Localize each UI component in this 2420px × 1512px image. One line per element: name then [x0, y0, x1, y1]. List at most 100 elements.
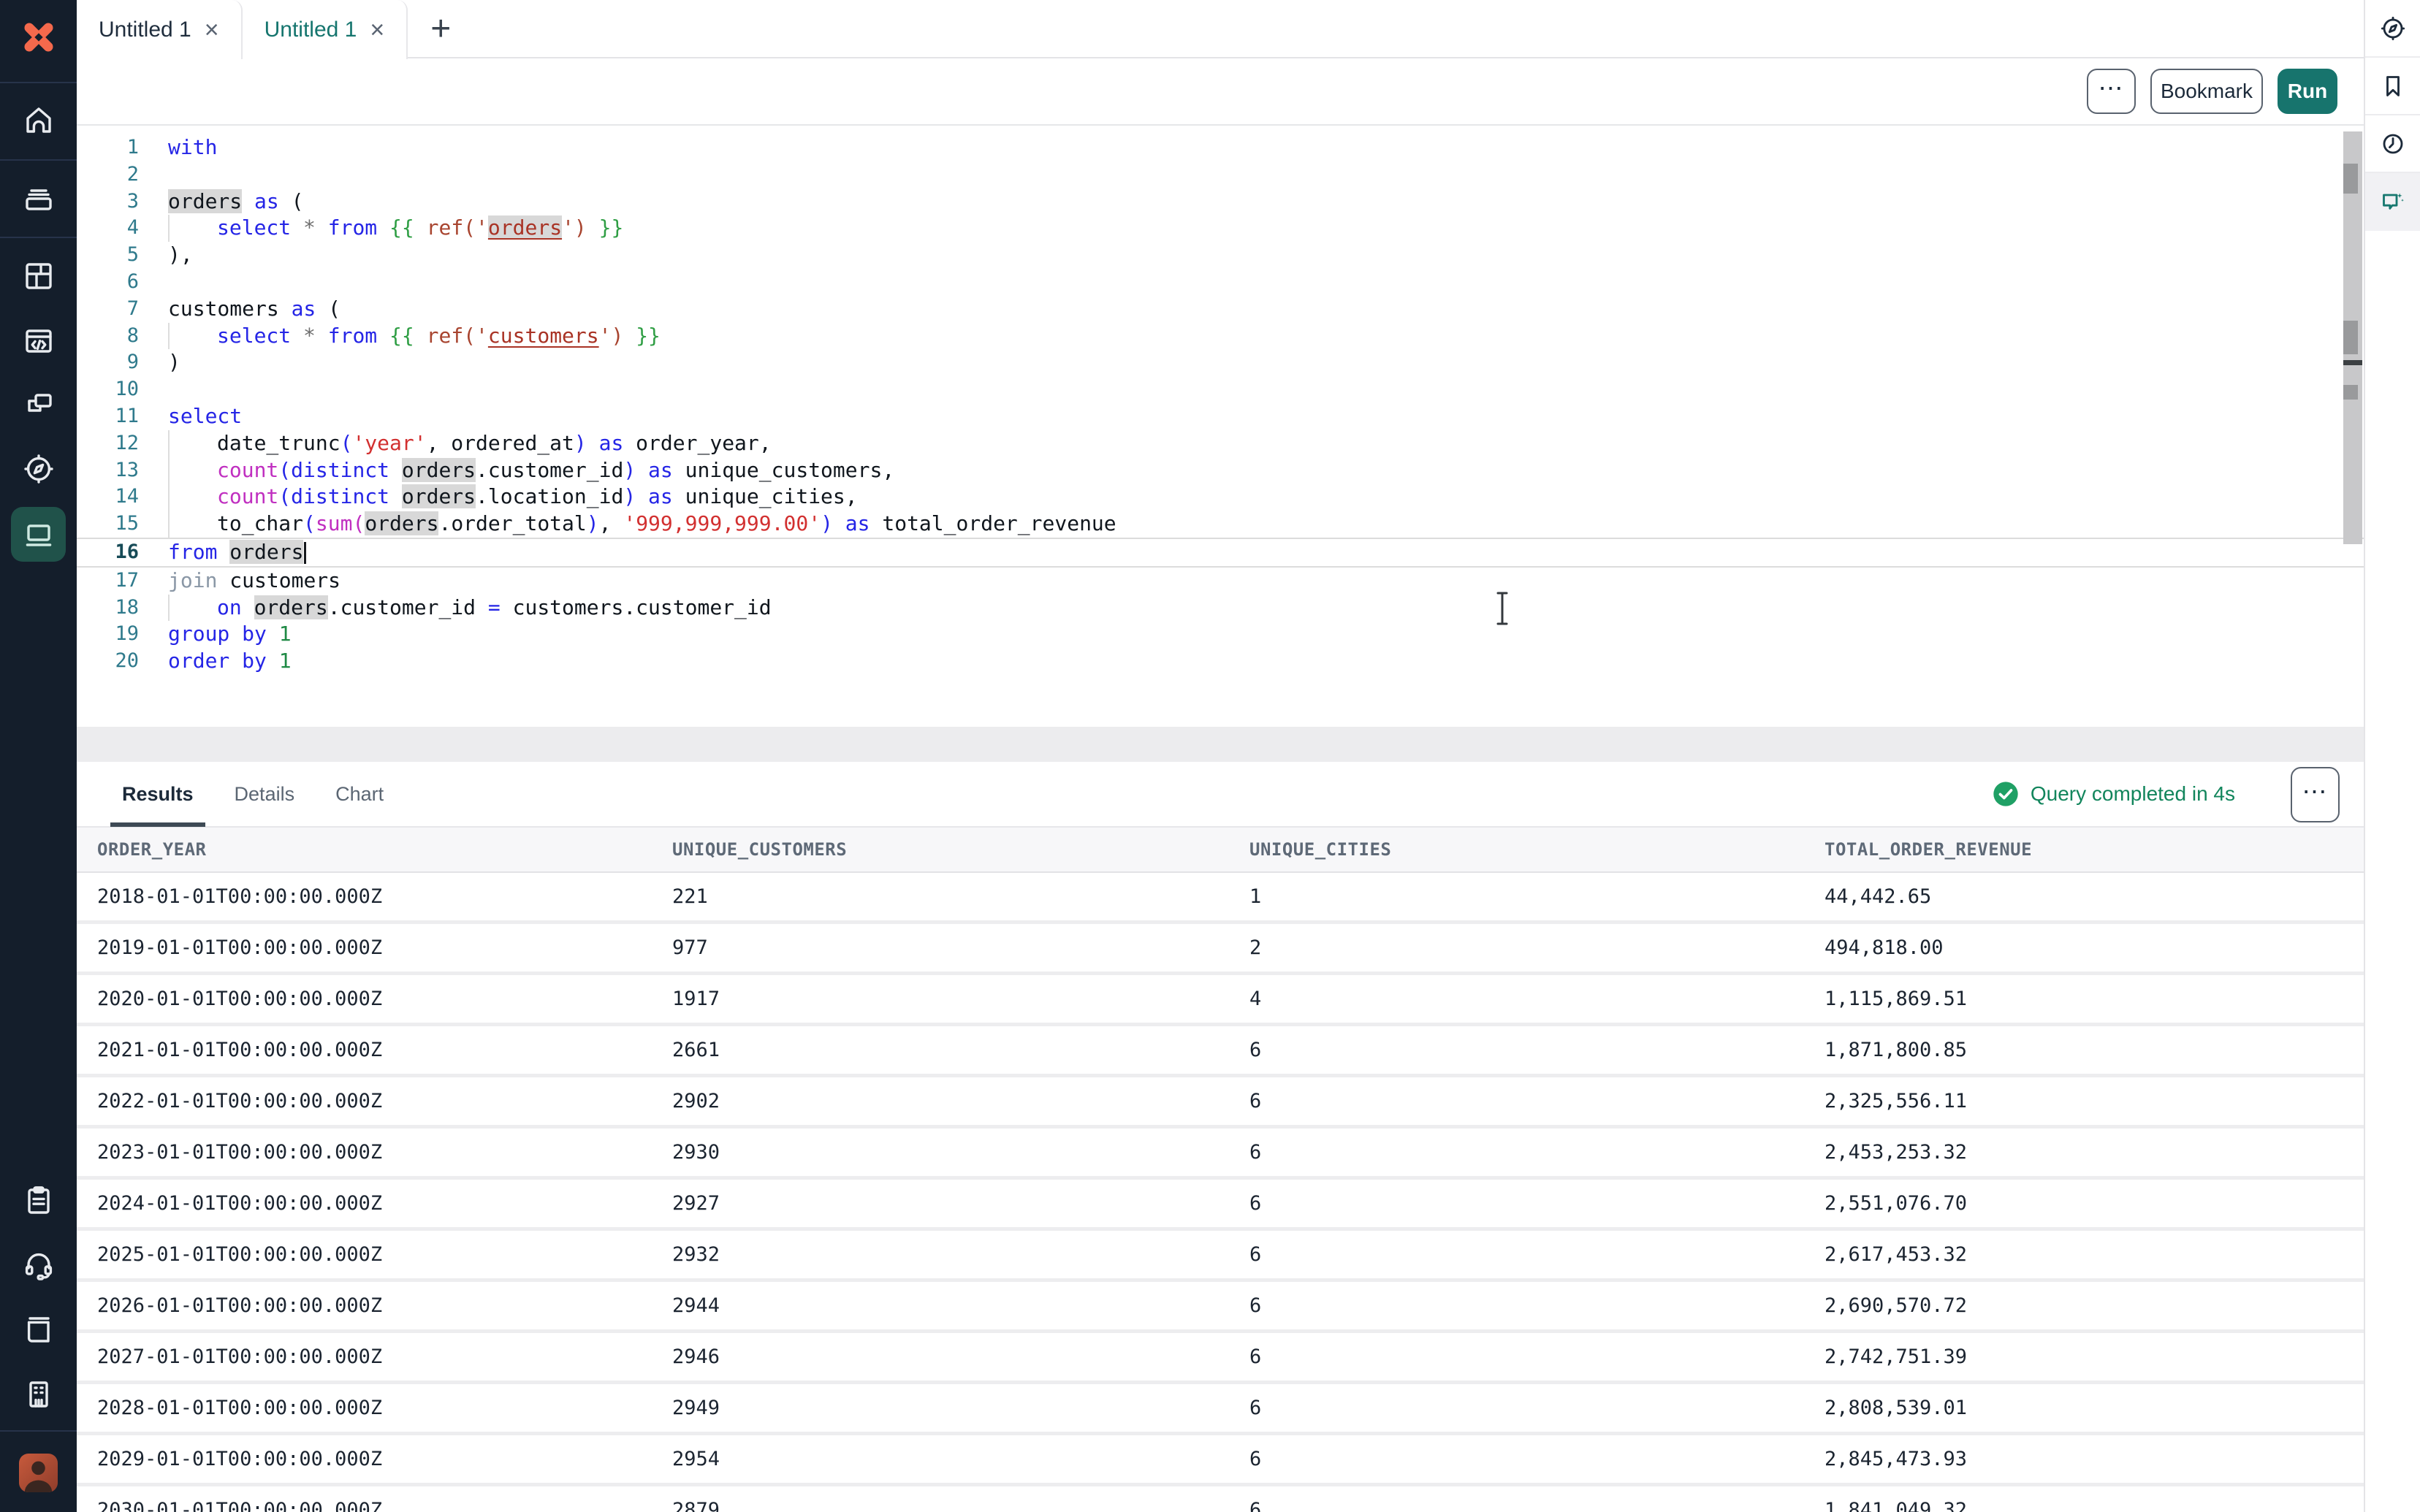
code-token: [389, 484, 402, 508]
results-more-button[interactable]: ⋯: [2291, 767, 2340, 822]
tab-chart[interactable]: Chart: [335, 761, 384, 827]
table-cell: 2,617,453.32: [1824, 1243, 2364, 1266]
code-line[interactable]: 18on orders.customer_id = customers.cust…: [77, 595, 2364, 622]
tab-untitled-1[interactable]: Untitled 1 ×: [77, 0, 243, 59]
code-line[interactable]: 1with: [77, 134, 2364, 161]
code-line[interactable]: 19group by 1: [77, 621, 2364, 648]
run-button[interactable]: Run: [2278, 69, 2337, 114]
code-token: distinct: [291, 484, 389, 508]
code-line[interactable]: 11select: [77, 403, 2364, 430]
sidebar-item-organization[interactable]: [0, 1370, 77, 1419]
sidebar-item-code-apps[interactable]: [0, 317, 77, 365]
new-tab-button[interactable]: +: [408, 0, 473, 57]
linked-windows-icon: [21, 386, 56, 421]
table-row[interactable]: 2026-01-01T00:00:00.000Z294462,690,570.7…: [77, 1282, 2364, 1329]
code-token: [316, 324, 328, 348]
table-row[interactable]: 2024-01-01T00:00:00.000Z292762,551,076.7…: [77, 1180, 2364, 1227]
sidebar-item-projects[interactable]: [0, 252, 77, 300]
code-line[interactable]: 3orders as (: [77, 188, 2364, 215]
table-cell: 977: [672, 936, 1249, 959]
code-line[interactable]: 20order by 1: [77, 648, 2364, 675]
table-row[interactable]: 2023-01-01T00:00:00.000Z293062,453,253.3…: [77, 1129, 2364, 1176]
line-number: 9: [77, 349, 139, 376]
table-row[interactable]: 2020-01-01T00:00:00.000Z191741,115,869.5…: [77, 975, 2364, 1023]
code-token: ): [168, 350, 180, 374]
code-line[interactable]: 12date_trunc('year', ordered_at) as orde…: [77, 430, 2364, 457]
table-row[interactable]: 2021-01-01T00:00:00.000Z266161,871,800.8…: [77, 1026, 2364, 1074]
code-token: [242, 595, 254, 619]
code-token: [414, 324, 427, 348]
tab-close-icon[interactable]: ×: [205, 18, 219, 42]
hex-logo-icon[interactable]: [0, 13, 77, 61]
table-row[interactable]: 2029-01-01T00:00:00.000Z295462,845,473.9…: [77, 1435, 2364, 1483]
sidebar-item-collections[interactable]: [0, 173, 77, 221]
table-cell: 6: [1249, 1294, 1824, 1317]
sidebar-item-docs[interactable]: [0, 1305, 77, 1353]
code-line[interactable]: 6: [77, 269, 2364, 296]
right-sidebar: [2364, 0, 2420, 1512]
table-row[interactable]: 2018-01-01T00:00:00.000Z221144,442.65: [77, 873, 2364, 920]
code-line[interactable]: 7customers as (: [77, 296, 2364, 323]
table-row[interactable]: 2025-01-01T00:00:00.000Z293262,617,453.3…: [77, 1231, 2364, 1278]
rail-separator: [0, 82, 77, 83]
table-row[interactable]: 2019-01-01T00:00:00.000Z9772494,818.00: [77, 924, 2364, 971]
code-line[interactable]: 14count(distinct orders.location_id) as …: [77, 484, 2364, 511]
table-cell: 2,551,076.70: [1824, 1192, 2364, 1215]
bookmark-button[interactable]: Bookmark: [2150, 69, 2263, 114]
table-row[interactable]: 2027-01-01T00:00:00.000Z294662,742,751.3…: [77, 1333, 2364, 1381]
code-line[interactable]: 9): [77, 349, 2364, 376]
user-avatar[interactable]: [19, 1454, 58, 1492]
code-token: [636, 484, 648, 508]
line-number: 2: [77, 161, 139, 188]
table-row[interactable]: 2030-01-01T00:00:00.000Z287961,841,049.3…: [77, 1486, 2364, 1512]
right-rail-bookmarks[interactable]: [2365, 58, 2420, 115]
scrollbar-thumb[interactable]: [2343, 321, 2358, 354]
sql-editor[interactable]: 1with23orders as (4select * from {{ ref(…: [77, 124, 2364, 727]
code-line[interactable]: 2: [77, 161, 2364, 188]
right-rail-magic-chat[interactable]: [2365, 173, 2420, 231]
code-line[interactable]: 5),: [77, 242, 2364, 269]
sidebar-item-explore[interactable]: [0, 445, 77, 493]
code-token: [389, 458, 402, 482]
code-line[interactable]: 8select * from {{ ref('customers') }}: [77, 323, 2364, 350]
tab-details[interactable]: Details: [235, 761, 295, 827]
code-text: [168, 269, 2364, 296]
right-rail-explore[interactable]: [2365, 0, 2420, 58]
sidebar-item-notebook-active[interactable]: [11, 507, 66, 562]
table-cell: 2: [1249, 936, 1824, 959]
code-line[interactable]: 10: [77, 376, 2364, 403]
table-row[interactable]: 2022-01-01T00:00:00.000Z290262,325,556.1…: [77, 1077, 2364, 1125]
code-line[interactable]: 4select * from {{ ref('orders') }}: [77, 215, 2364, 242]
code-line[interactable]: 15to_char(sum(orders.order_total), '999,…: [77, 511, 2364, 538]
sidebar-item-changelog[interactable]: [0, 1176, 77, 1224]
table-row[interactable]: 2028-01-01T00:00:00.000Z294962,808,539.0…: [77, 1384, 2364, 1432]
code-line[interactable]: 16from orders: [77, 538, 2364, 568]
more-options-button[interactable]: ⋯: [2087, 69, 2136, 114]
column-header[interactable]: ORDER_YEAR: [97, 839, 672, 860]
column-header[interactable]: TOTAL_ORDER_REVENUE: [1824, 839, 2364, 860]
tab-close-icon[interactable]: ×: [370, 18, 384, 42]
check-circle-icon: [1991, 779, 2020, 809]
code-line[interactable]: 13count(distinct orders.customer_id) as …: [77, 457, 2364, 484]
line-number: 5: [77, 242, 139, 269]
code-text: orders as (: [168, 188, 2364, 215]
column-header[interactable]: UNIQUE_CITIES: [1249, 839, 1824, 860]
archive-trays-icon: [21, 180, 56, 215]
sidebar-item-components[interactable]: [0, 380, 77, 428]
table-cell: 2,325,556.11: [1824, 1090, 2364, 1112]
tab-untitled-2[interactable]: Untitled 1 ×: [243, 0, 408, 59]
column-header[interactable]: UNIQUE_CUSTOMERS: [672, 839, 1249, 860]
avatar-person-glyph: [19, 1454, 58, 1492]
editor-scrollbar[interactable]: [2343, 131, 2362, 544]
results-table[interactable]: 2018-01-01T00:00:00.000Z221144,442.65201…: [77, 873, 2364, 1512]
code-token: {{: [389, 324, 414, 348]
code-token: [587, 215, 599, 240]
line-number: 17: [77, 568, 139, 595]
sidebar-item-support[interactable]: [0, 1241, 77, 1289]
right-rail-history[interactable]: [2365, 115, 2420, 173]
code-token: *: [303, 324, 316, 348]
code-line[interactable]: 17join customers: [77, 568, 2364, 595]
sidebar-item-home[interactable]: [0, 96, 77, 145]
tab-results[interactable]: Results: [122, 761, 194, 827]
section-divider: [77, 727, 2364, 762]
